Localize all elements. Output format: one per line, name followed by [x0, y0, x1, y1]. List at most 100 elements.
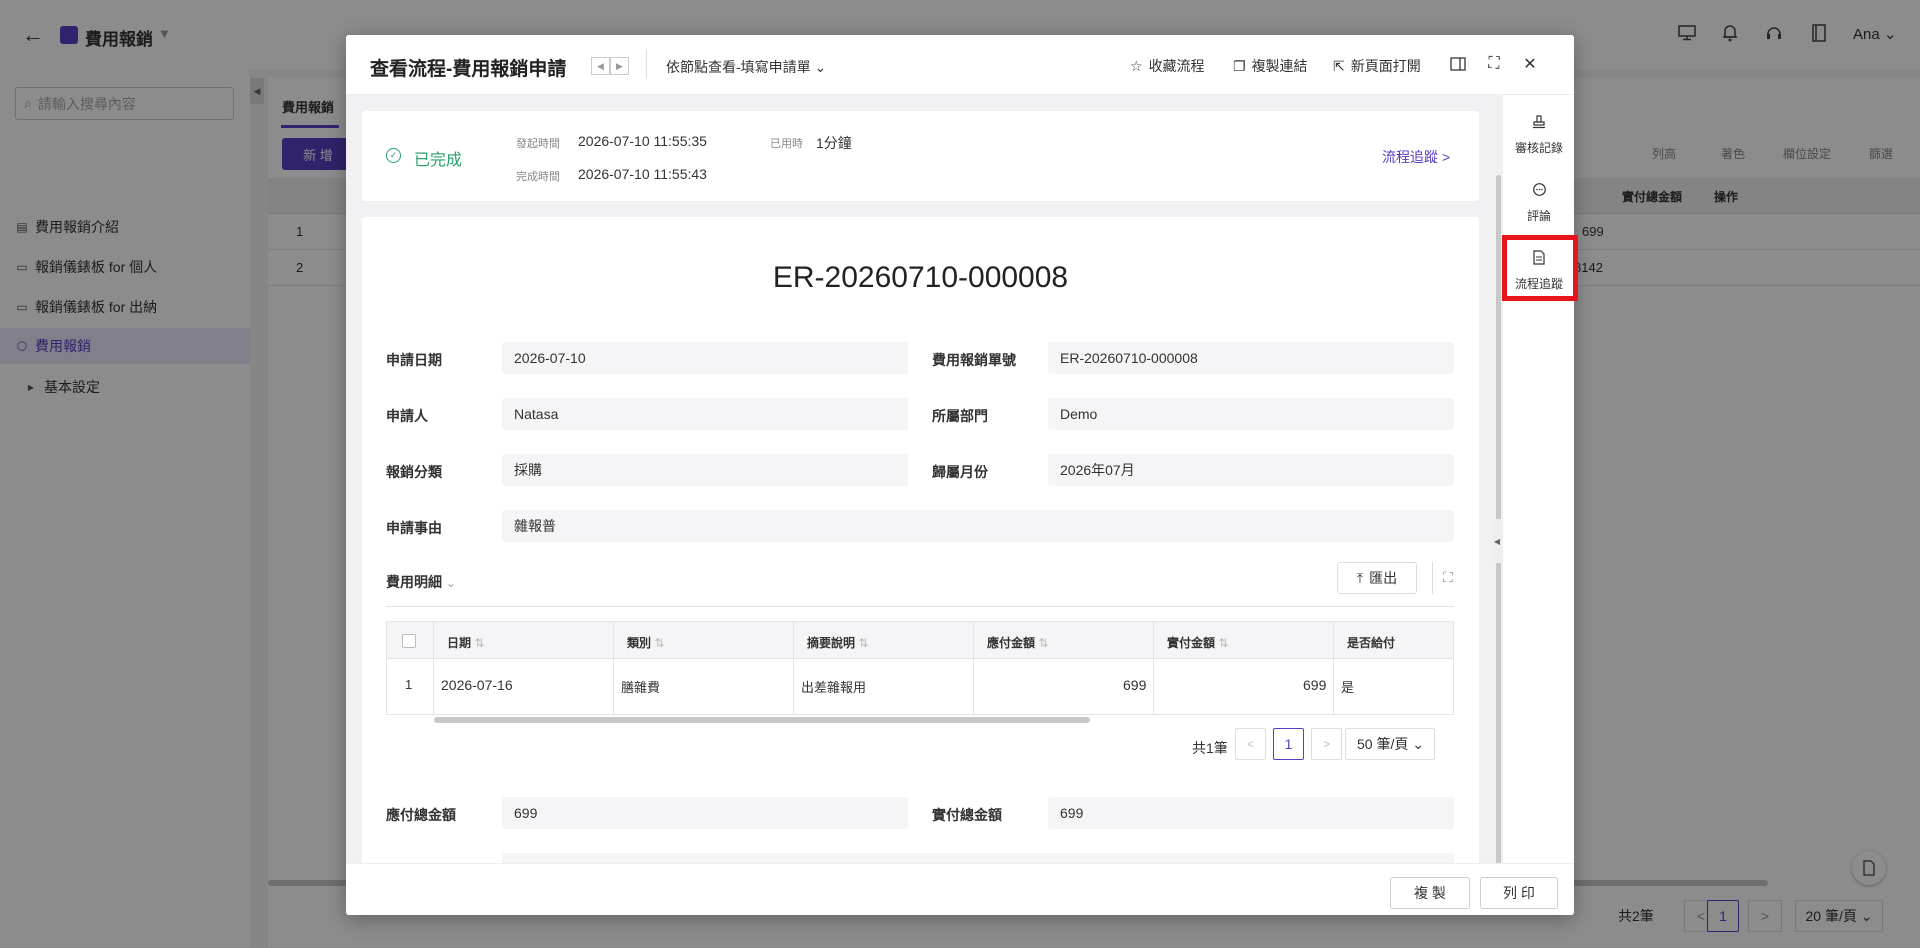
- next-field: [502, 853, 1454, 863]
- close-icon[interactable]: ✕: [1520, 54, 1540, 74]
- column-header-type[interactable]: 類別 ⇅: [627, 634, 664, 651]
- side-panel: 審核記錄 評論 流程追蹤: [1502, 95, 1574, 863]
- print-button[interactable]: 列 印: [1480, 877, 1558, 909]
- copy-link-button[interactable]: ❐ 複製連結: [1233, 56, 1308, 76]
- comment-button[interactable]: 評論: [1503, 175, 1574, 231]
- payable-total-label: 應付總金額: [386, 807, 456, 823]
- copy-link-label: 複製連結: [1251, 58, 1308, 74]
- row-payable: 699: [1123, 677, 1147, 693]
- column-header-label: 日期: [447, 636, 472, 650]
- department-label: 所屬部門: [932, 408, 988, 424]
- apply-date-label: 申請日期: [386, 352, 442, 368]
- star-icon: ☆: [1130, 57, 1143, 74]
- applicant-label: 申請人: [386, 408, 428, 424]
- details-pager-size[interactable]: 50 筆/頁 ⌄: [1345, 728, 1435, 760]
- details-table: 日期 ⇅ 類別 ⇅ 摘要說明 ⇅ 應付金額 ⇅ 實付金額 ⇅ 是否給付 1 20…: [386, 621, 1454, 715]
- row-paid: 699: [1303, 677, 1327, 693]
- favorite-label: 收藏流程: [1148, 58, 1205, 74]
- details-table-header: 日期 ⇅ 類別 ⇅ 摘要說明 ⇅ 應付金額 ⇅ 實付金額 ⇅ 是否給付: [387, 622, 1453, 659]
- document-number: ER-20260710-000008: [772, 261, 1069, 294]
- details-horizontal-scrollbar[interactable]: [434, 717, 1090, 723]
- column-header-date[interactable]: 日期 ⇅: [447, 634, 484, 651]
- process-trace-link[interactable]: 流程追蹤 >: [1382, 147, 1450, 167]
- chevron-down-icon: ⌄: [445, 576, 456, 590]
- record-nav: ◀ ▶: [591, 57, 631, 75]
- apply-date-field: 2026-07-10: [502, 342, 908, 374]
- start-time-label: 發起時間: [516, 138, 560, 150]
- open-external-icon: ⇱: [1333, 57, 1345, 74]
- end-time-value: 2026-07-10 11:55:43: [578, 166, 707, 182]
- column-header-label: 類別: [627, 636, 652, 650]
- side-panel-toggle[interactable]: ◀: [1492, 519, 1502, 563]
- view-mode-dropdown[interactable]: 依節點查看-填寫申請單 ⌄: [666, 57, 826, 77]
- expand-icon[interactable]: ⛶: [1443, 569, 1453, 586]
- paid-total-label: 實付總金額: [932, 807, 1002, 823]
- check-circle-icon: ✓: [386, 148, 401, 163]
- sort-icon: ⇅: [1038, 636, 1049, 650]
- comment-icon: [1532, 182, 1547, 201]
- sort-icon: ⇅: [858, 636, 869, 650]
- open-new-page-button[interactable]: ⇱ 新頁面打開: [1333, 56, 1421, 76]
- stamp-icon: [1532, 114, 1546, 133]
- export-button[interactable]: ⤒ 匯出: [1337, 562, 1417, 594]
- column-header-payable[interactable]: 應付金額 ⇅: [987, 634, 1048, 651]
- modal-title: 查看流程-費用報銷申請: [370, 59, 567, 80]
- applicant-field: Natasa: [502, 398, 908, 430]
- column-header-summary[interactable]: 摘要說明 ⇅: [807, 634, 868, 651]
- department-field: Demo: [1048, 398, 1454, 430]
- modal-header: 查看流程-費用報銷申請 ◀ ▶ 依節點查看-填寫申請單 ⌄ ☆ 收藏流程 ❐ 複製連…: [346, 35, 1574, 95]
- elapsed-value: 1分鐘: [816, 135, 852, 151]
- paid-total-field: 699: [1048, 797, 1454, 829]
- open-new-label: 新頁面打開: [1350, 58, 1421, 74]
- end-time-label: 完成時間: [516, 171, 560, 183]
- details-pager-total: 共1筆: [1192, 740, 1228, 756]
- details-section-title[interactable]: 費用明細 ⌄: [386, 572, 456, 592]
- reason-field: 雜報普: [502, 510, 1454, 542]
- details-pager-next[interactable]: >: [1311, 728, 1342, 760]
- sort-icon: ⇅: [474, 636, 485, 650]
- form-no-label: 費用報銷單號: [932, 352, 1016, 368]
- process-modal: 查看流程-費用報銷申請 ◀ ▶ 依節點查看-填寫申請單 ⌄ ☆ 收藏流程 ❐ 複製連…: [346, 35, 1574, 915]
- table-row[interactable]: 1 2026-07-16 膳雜費 出差雜報用 699 699 是: [387, 659, 1453, 714]
- next-record-button[interactable]: ▶: [610, 57, 629, 75]
- column-header-paid[interactable]: 實付金額 ⇅: [1167, 634, 1228, 651]
- select-all-checkbox[interactable]: [402, 634, 416, 648]
- comment-label: 評論: [1526, 208, 1551, 223]
- divider: [646, 49, 647, 79]
- status-text: 已完成: [414, 152, 463, 169]
- sort-icon: ⇅: [654, 636, 665, 650]
- modal-body: ✓ 已完成 發起時間 2026-07-10 11:55:35 已用時 1分鐘 完…: [346, 95, 1502, 863]
- export-label: 匯出: [1369, 570, 1398, 586]
- review-record-label: 審核記錄: [1514, 140, 1563, 155]
- panel-toggle-icon[interactable]: [1448, 54, 1468, 74]
- copy-icon: ❐: [1233, 57, 1246, 74]
- start-time-value: 2026-07-10 11:55:35: [578, 133, 707, 149]
- view-mode-label: 依節點查看-填寫申請單: [666, 59, 811, 75]
- copy-button[interactable]: 複 製: [1390, 877, 1470, 909]
- highlight-box: [1502, 235, 1578, 301]
- details-pager-prev[interactable]: <: [1235, 728, 1266, 760]
- section-divider: [386, 606, 1454, 607]
- row-date: 2026-07-16: [441, 677, 513, 693]
- payable-total-field: 699: [502, 797, 908, 829]
- form-no-field: ER-20260710-000008: [1048, 342, 1454, 374]
- row-type: 膳雜費: [621, 680, 661, 695]
- row-paid-flag: 是: [1341, 680, 1355, 695]
- fullscreen-icon[interactable]: ⛶: [1484, 54, 1504, 74]
- status-card: ✓ 已完成 發起時間 2026-07-10 11:55:35 已用時 1分鐘 完…: [362, 111, 1479, 201]
- favorite-button[interactable]: ☆ 收藏流程: [1130, 56, 1205, 76]
- row-summary: 出差雜報用: [801, 680, 867, 695]
- reason-label: 申請事由: [386, 520, 442, 536]
- month-label: 歸屬月份: [932, 464, 988, 480]
- details-pager-page[interactable]: 1: [1273, 728, 1304, 760]
- upload-icon: ⤒: [1356, 569, 1364, 586]
- details-title-label: 費用明細: [386, 574, 442, 590]
- prev-record-button[interactable]: ◀: [591, 57, 610, 75]
- sort-icon: ⇅: [1218, 636, 1229, 650]
- review-record-button[interactable]: 審核記錄: [1503, 107, 1574, 163]
- details-pager-size-label: 50 筆/頁: [1357, 736, 1409, 752]
- form-card: ER-20260710-000008 申請日期 2026-07-10 費用報銷單…: [362, 217, 1479, 863]
- column-header-label: 摘要說明: [807, 636, 856, 650]
- month-field: 2026年07月: [1048, 454, 1454, 486]
- column-header-label: 應付金額: [987, 636, 1036, 650]
